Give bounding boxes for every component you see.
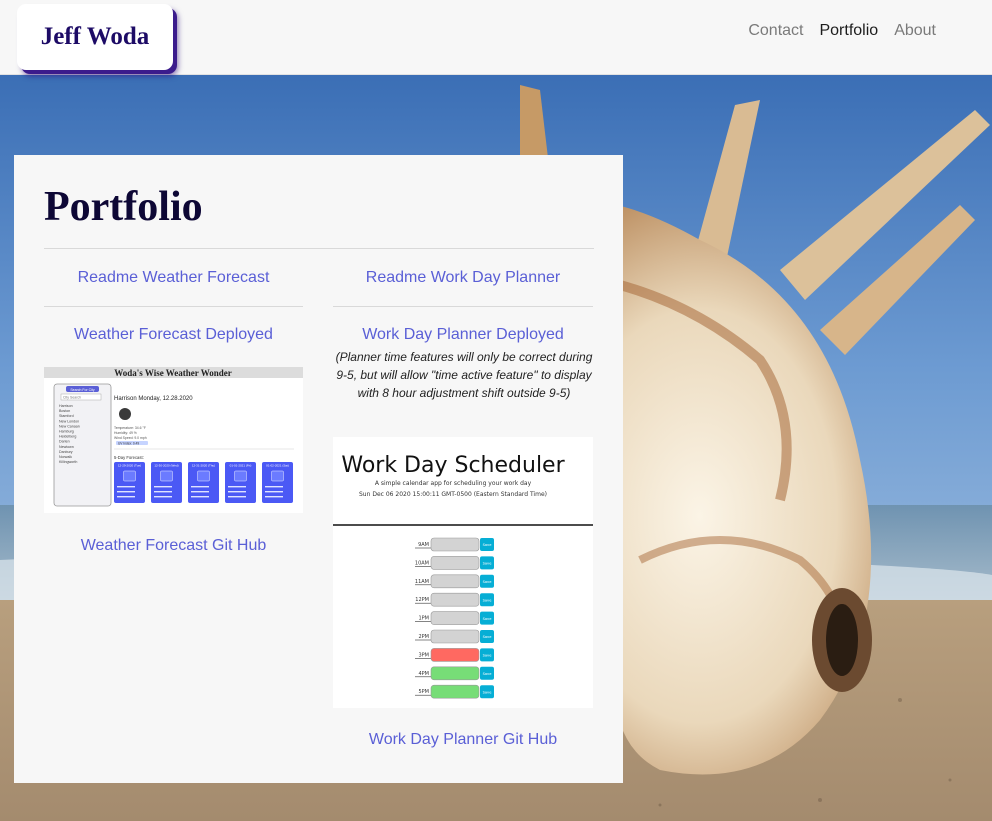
planner-textarea[interactable] <box>430 611 480 625</box>
weather-city-item: Norwalk <box>59 455 72 459</box>
planner-deployed-link[interactable]: Work Day Planner Deployed <box>333 326 593 344</box>
weather-city-item: Stamford <box>59 414 74 418</box>
planner-hour-label: 10AM <box>415 560 429 566</box>
planner-textarea[interactable] <box>430 648 480 662</box>
planner-hour-label: 5PM <box>418 689 429 695</box>
weather-city-item: Killingworth <box>59 460 77 464</box>
planner-hour-label: 3PM <box>418 652 429 658</box>
weather-city-heading: Harrison Monday, 12.28.2020 <box>114 396 193 402</box>
forecast-weather-icon <box>160 470 173 482</box>
planner-save-label: Save <box>483 562 493 566</box>
brand-logo[interactable]: Jeff Woda <box>17 4 173 70</box>
planner-hour-label: 9AM <box>418 542 429 548</box>
planner-save-label: Save <box>483 672 493 676</box>
planner-save-label: Save <box>483 690 493 694</box>
forecast-detail-line <box>117 491 135 493</box>
divider-right <box>333 306 593 307</box>
nav-links: Contact Portfolio About <box>748 22 936 40</box>
weather-app-screenshot[interactable]: Woda's Wise Weather Wonder Search For Ci… <box>44 367 303 513</box>
planner-save-label: Save <box>483 580 493 584</box>
portfolio-card: Portfolio Readme Weather Forecast Readme… <box>14 155 623 783</box>
weather-city-item: Danbury <box>59 450 73 454</box>
planner-app-screenshot[interactable]: Work Day Scheduler A simple calendar app… <box>333 437 593 708</box>
forecast-detail-line <box>154 491 172 493</box>
weather-app-preview: Woda's Wise Weather Wonder Search For Ci… <box>44 367 303 513</box>
divider-left <box>44 306 303 307</box>
planner-save-label: Save <box>483 543 493 547</box>
page-title: Portfolio <box>44 184 203 230</box>
forecast-weather-icon <box>123 470 136 482</box>
weather-city-item: New Canaan <box>59 424 80 428</box>
forecast-detail-line <box>228 496 246 498</box>
forecast-detail-line <box>154 496 172 498</box>
weather-city-item: Boston <box>59 409 70 413</box>
forecast-date: 12-30-2020 (Wed) <box>154 464 178 468</box>
planner-textarea[interactable] <box>430 684 480 699</box>
forecast-detail-line <box>117 496 135 498</box>
planner-save-label: Save <box>483 598 493 602</box>
planner-save-label: Save <box>483 654 493 658</box>
nav-contact[interactable]: Contact <box>748 22 803 40</box>
forecast-detail-line <box>191 491 209 493</box>
planner-textarea[interactable] <box>430 537 480 552</box>
planner-hour-label: 1PM <box>418 616 429 622</box>
weather-city-item: Hamburg <box>59 430 74 434</box>
weather-git-link[interactable]: Weather Forecast Git Hub <box>44 537 303 555</box>
weather-uv: UV Index: 0.49 <box>118 441 139 445</box>
nav-about[interactable]: About <box>894 22 936 40</box>
navbar: Jeff Woda Contact Portfolio About <box>0 0 992 75</box>
forecast-date: 12-31-2020 (Thu) <box>192 464 215 468</box>
weather-wind: Wind Speed: 9.0 mph <box>114 436 147 440</box>
planner-hour-label: 2PM <box>418 634 429 640</box>
planner-save-label: Save <box>483 635 493 639</box>
planner-textarea[interactable] <box>430 666 480 681</box>
forecast-date: 01-01-2021 (Fri) <box>230 464 252 468</box>
nav-portfolio[interactable]: Portfolio <box>819 22 878 40</box>
weather-app-title: Woda's Wise Weather Wonder <box>114 368 231 378</box>
weather-city-item: Darien <box>59 440 70 444</box>
forecast-date: 01-02-2021 (Sat) <box>266 464 289 468</box>
forecast-weather-icon <box>271 470 284 482</box>
planner-hour-label: 11AM <box>415 579 429 585</box>
weather-city-item: Heidelberg <box>59 435 76 439</box>
planner-datetime: Sun Dec 06 2020 15:00:11 GMT-0500 (Easte… <box>359 491 547 498</box>
planner-git-link[interactable]: Work Day Planner Git Hub <box>333 731 593 749</box>
forecast-date: 12-29-2020 (Tue) <box>118 464 141 468</box>
readme-weather-link[interactable]: Readme Weather Forecast <box>44 269 303 287</box>
readme-planner-link[interactable]: Readme Work Day Planner <box>333 269 593 287</box>
forecast-detail-line <box>191 486 209 488</box>
forecast-detail-line <box>154 486 172 488</box>
forecast-detail-line <box>228 491 246 493</box>
weather-city-item: New London <box>59 419 79 423</box>
weather-deployed-link[interactable]: Weather Forecast Deployed <box>44 326 303 344</box>
weather-forecast-label: 5-Day Forecast: <box>114 455 144 460</box>
weather-humidity: Humidity: 49 % <box>114 431 137 435</box>
weather-search-button: Search For City <box>70 388 95 392</box>
planner-save-label: Save <box>483 617 493 621</box>
weather-temp: Temperature: 34.6 °F <box>114 426 146 430</box>
forecast-detail-line <box>117 486 135 488</box>
weather-city-item: Harrison <box>59 404 73 408</box>
planner-note: (Planner time features will only be corr… <box>335 350 593 400</box>
title-divider <box>44 248 594 249</box>
planner-textarea[interactable] <box>430 629 480 644</box>
planner-app-preview: Work Day Scheduler A simple calendar app… <box>333 437 593 708</box>
forecast-weather-icon <box>197 470 210 482</box>
planner-hour-label: 4PM <box>418 671 429 677</box>
forecast-detail-line <box>228 486 246 488</box>
planner-title: Work Day Scheduler <box>341 453 565 478</box>
planner-textarea[interactable] <box>430 574 480 589</box>
planner-textarea[interactable] <box>430 556 480 570</box>
weather-search-input: City Search <box>63 396 81 400</box>
planner-hour-label: 12PM <box>415 597 429 603</box>
planner-subtitle: A simple calendar app for scheduling you… <box>375 480 532 487</box>
forecast-detail-line <box>265 486 283 488</box>
forecast-detail-line <box>265 491 283 493</box>
planner-textarea[interactable] <box>430 592 480 607</box>
forecast-detail-line <box>191 496 209 498</box>
weather-city-item: Newtown <box>59 445 74 449</box>
forecast-detail-line <box>265 496 283 498</box>
forecast-weather-icon <box>234 470 247 482</box>
